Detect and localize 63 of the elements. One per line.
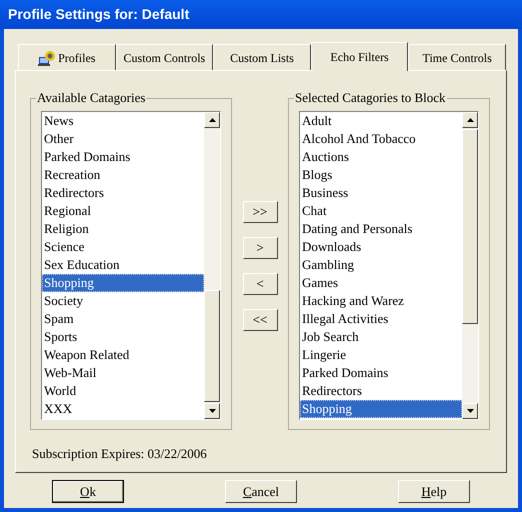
list-item[interactable]: Dating and Personals (300, 220, 462, 238)
dialog-button[interactable]: Cancel (225, 480, 297, 503)
list-item[interactable]: Parked Domains (300, 364, 462, 382)
scrollbar[interactable] (204, 112, 220, 419)
move-button[interactable]: >> (242, 201, 278, 223)
list-item[interactable]: Parked Domains (42, 148, 204, 166)
user-computer-icon (38, 50, 56, 66)
scroll-thumb[interactable] (462, 129, 478, 324)
tab[interactable]: Time Controls (408, 44, 506, 70)
move-button[interactable]: < (242, 273, 278, 295)
tab[interactable]: Profiles (18, 44, 116, 70)
list-item[interactable]: Games (300, 274, 462, 292)
list-item[interactable]: Redirectors (42, 184, 204, 202)
group-title: Available Catagories (36, 90, 146, 106)
tab[interactable]: Custom Controls (116, 44, 214, 70)
list-item[interactable]: Spam (42, 310, 204, 328)
list-item[interactable]: Shopping (42, 274, 204, 292)
scroll-down-button[interactable] (462, 403, 478, 419)
list-item[interactable]: Business (300, 184, 462, 202)
list-item[interactable]: Illegal Activities (300, 310, 462, 328)
move-button[interactable]: > (242, 237, 278, 259)
list-item[interactable]: Recreation (42, 166, 204, 184)
list-item[interactable]: Chat (300, 202, 462, 220)
scroll-up-button[interactable] (462, 112, 478, 128)
list-item[interactable]: Society (42, 292, 204, 310)
list-item[interactable]: World (42, 382, 204, 400)
scroll-thumb[interactable] (204, 290, 220, 402)
list-item[interactable]: Redirectors (300, 382, 462, 400)
list-item[interactable]: Alcohol And Tobacco (300, 130, 462, 148)
tab[interactable]: Custom Lists (213, 44, 311, 70)
dialog-button[interactable]: Help (398, 480, 470, 503)
list-item[interactable]: Religion (42, 220, 204, 238)
up-arrow-icon (466, 118, 474, 122)
list-item[interactable]: News (42, 112, 204, 130)
list-item[interactable]: Sports (42, 328, 204, 346)
list-item[interactable]: XXX (42, 400, 204, 418)
scroll-up-button[interactable] (204, 112, 220, 128)
scroll-down-button[interactable] (204, 403, 220, 419)
dialog-button[interactable]: Ok (52, 480, 124, 503)
list-item[interactable]: Job Search (300, 328, 462, 346)
list-item[interactable]: Regional (42, 202, 204, 220)
list-item[interactable]: Gambling (300, 256, 462, 274)
list-item[interactable]: Hacking and Warez (300, 292, 462, 310)
move-button[interactable]: << (242, 309, 278, 331)
list-item[interactable]: Science (42, 238, 204, 256)
window-title: Profile Settings for: Default (8, 5, 190, 24)
subscription-text: Subscription Expires: 03/22/2006 (32, 445, 208, 463)
list-item[interactable]: Adult (300, 112, 462, 130)
down-arrow-icon (466, 409, 474, 413)
list-item[interactable]: Downloads (300, 238, 462, 256)
list-item[interactable]: Shopping (300, 400, 462, 418)
up-arrow-icon (208, 118, 216, 122)
tab[interactable]: Echo Filters (310, 42, 408, 71)
list-item[interactable]: Lingerie (300, 346, 462, 364)
list-item[interactable]: Blogs (300, 166, 462, 184)
group-title: Selected Catagories to Block (294, 90, 447, 106)
list-item[interactable]: Auctions (300, 148, 462, 166)
list-item[interactable]: Weapon Related (42, 346, 204, 364)
scrollbar[interactable] (462, 112, 478, 419)
down-arrow-icon (208, 409, 216, 413)
list-item[interactable]: Sex Education (42, 256, 204, 274)
list-item[interactable]: Web-Mail (42, 364, 204, 382)
list-item[interactable]: Other (42, 130, 204, 148)
